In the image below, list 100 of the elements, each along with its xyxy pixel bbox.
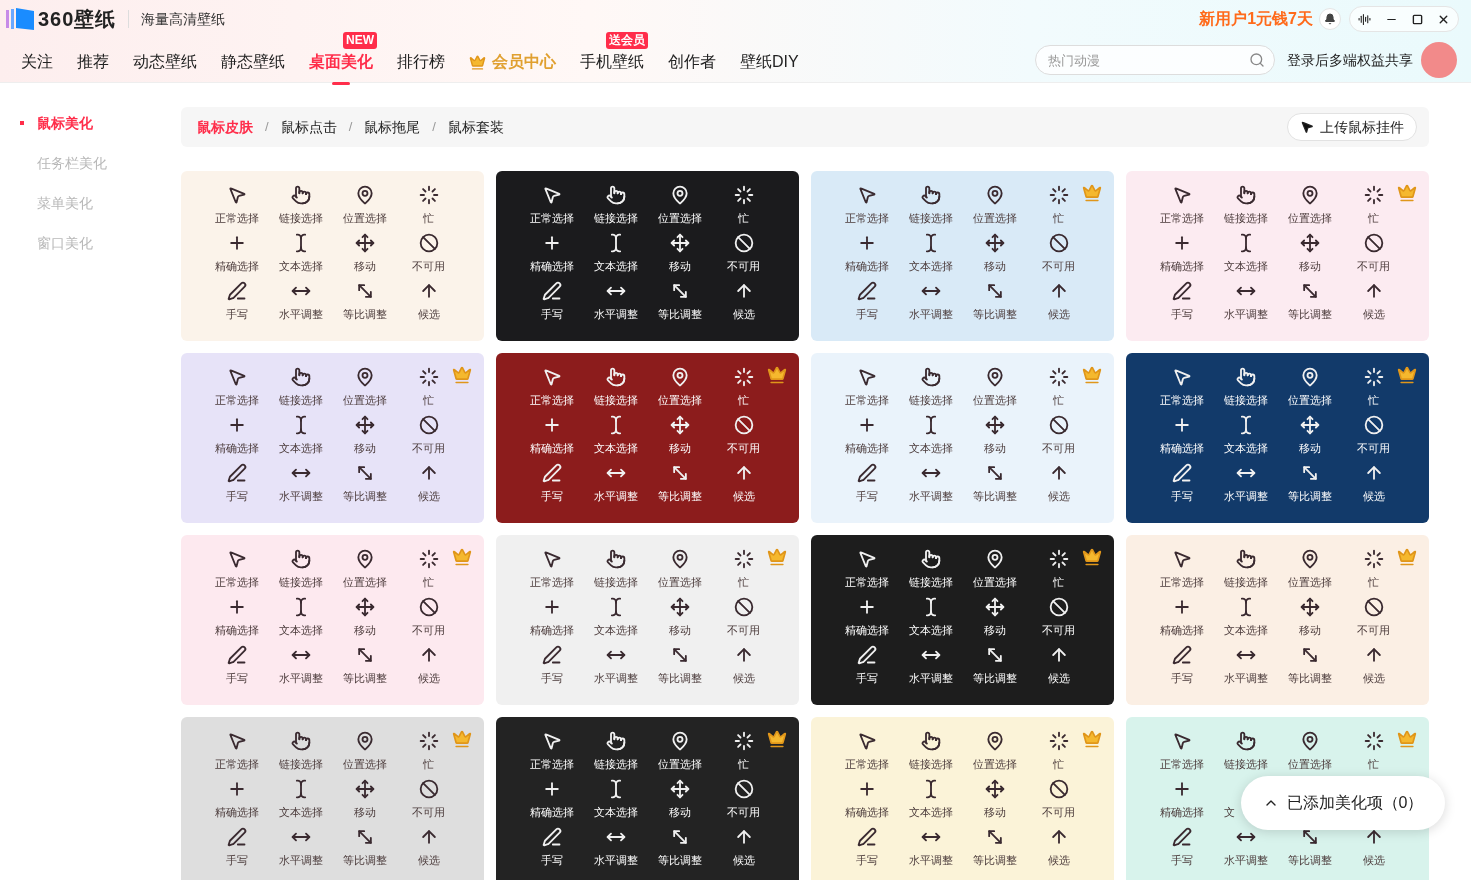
cursor-label: 候选 <box>1362 490 1385 502</box>
cursor-label: 手写 <box>540 854 563 866</box>
cursor-label: 正常选择 <box>1159 212 1204 224</box>
cursor-label: 手写 <box>540 672 563 684</box>
cursor-label: 正常选择 <box>214 212 259 224</box>
cursor-label: 不可用 <box>412 260 445 272</box>
cursor-label: 候选 <box>1047 308 1070 320</box>
cursor-label: 位置选择 <box>657 576 702 588</box>
cursor-label: 不可用 <box>412 624 445 636</box>
cursor-label: 水平调整 <box>1223 308 1268 320</box>
cursor-label: 手写 <box>1170 490 1193 502</box>
cursor-label: 精确选择 <box>214 624 259 636</box>
cursor-label: 手写 <box>225 854 248 866</box>
cursor-label: 等比调整 <box>657 490 702 502</box>
cursor-label: 移动 <box>353 806 376 818</box>
cursor-label: 正常选择 <box>844 576 889 588</box>
cursor-label: 不可用 <box>1357 260 1390 272</box>
cursor-label: 手写 <box>225 672 248 684</box>
cursor-label: 手写 <box>540 308 563 320</box>
cursor-label: 文本选择 <box>593 442 638 454</box>
cursor-label: 正常选择 <box>529 576 574 588</box>
cursor-label: 不可用 <box>412 442 445 454</box>
cursor-label: 等比调整 <box>972 854 1017 866</box>
cursor-label: 链接选择 <box>278 394 323 406</box>
cursor-label: 正常选择 <box>844 212 889 224</box>
cursor-label: 候选 <box>732 854 755 866</box>
cursor-label: 忙 <box>1368 212 1379 224</box>
cursor-label: 不可用 <box>1357 624 1390 636</box>
cursor-label: 水平调整 <box>278 672 323 684</box>
cursor-label: 链接选择 <box>593 212 638 224</box>
tagline: 海量高清壁纸 <box>141 9 226 29</box>
nav-badge: NEW <box>343 32 377 49</box>
cursor-label: 文本选择 <box>908 442 953 454</box>
cursor-label: 链接选择 <box>593 758 638 770</box>
cursor-label: 不可用 <box>727 260 760 272</box>
breadcrumb-separator: / <box>348 118 353 137</box>
cursor-label: 位置选择 <box>657 394 702 406</box>
cursor-label: 精确选择 <box>529 624 574 636</box>
cursor-label: 正常选择 <box>844 394 889 406</box>
cursor-label: 精确选择 <box>214 260 259 272</box>
cursor-label: 精确选择 <box>1159 806 1204 818</box>
cursor-label: 文本选择 <box>1223 442 1268 454</box>
cursor-label: 不可用 <box>1042 260 1075 272</box>
cursor-label: 手写 <box>855 672 878 684</box>
cursor-label: 手写 <box>225 490 248 502</box>
cursor-label: 手写 <box>1170 308 1193 320</box>
cursor-label: 忙 <box>1053 576 1064 588</box>
cursor-label: 移动 <box>668 806 691 818</box>
cursor-label: 水平调整 <box>908 854 953 866</box>
cursor-label: 候选 <box>732 308 755 320</box>
cursor-label: 忙 <box>1368 576 1379 588</box>
cursor-label: 正常选择 <box>1159 394 1204 406</box>
cursor-label: 忙 <box>423 576 434 588</box>
cursor-label: 位置选择 <box>1287 758 1332 770</box>
cursor-label: 候选 <box>1047 854 1070 866</box>
cursor-label: 链接选择 <box>1223 394 1268 406</box>
cursor-label: 正常选择 <box>529 212 574 224</box>
cursor-label: 移动 <box>668 260 691 272</box>
cursor-label: 链接选择 <box>908 212 953 224</box>
cursor-label: 移动 <box>983 260 1006 272</box>
cursor-label: 等比调整 <box>972 308 1017 320</box>
cursor-label: 忙 <box>1368 758 1379 770</box>
cursor-label: 位置选择 <box>342 758 387 770</box>
cursor-label: 候选 <box>417 854 440 866</box>
cursor-label: 忙 <box>738 212 749 224</box>
cursor-label: 手写 <box>1170 672 1193 684</box>
cursor-label: 正常选择 <box>529 758 574 770</box>
cursor-label: 正常选择 <box>214 576 259 588</box>
cursor-label: 精确选择 <box>1159 442 1204 454</box>
nav-badge: 送会员 <box>606 32 648 49</box>
cursor-label: 忙 <box>1053 212 1064 224</box>
cursor-label: 精确选择 <box>529 806 574 818</box>
cursor-label: 位置选择 <box>342 212 387 224</box>
cursor-label: 位置选择 <box>972 212 1017 224</box>
cursor-label: 正常选择 <box>1159 758 1204 770</box>
cursor-label: 精确选择 <box>529 260 574 272</box>
cursor-label: 文本选择 <box>593 260 638 272</box>
cursor-label: 候选 <box>1047 490 1070 502</box>
cursor-label: 文本选择 <box>908 260 953 272</box>
cursor-label: 移动 <box>1298 260 1321 272</box>
cursor-label: 移动 <box>668 442 691 454</box>
cursor-label: 精确选择 <box>214 442 259 454</box>
cursor-label: 候选 <box>1362 672 1385 684</box>
cursor-label: 候选 <box>1362 308 1385 320</box>
cursor-label: 正常选择 <box>214 758 259 770</box>
cursor-label: 不可用 <box>727 806 760 818</box>
cursor-label: 位置选择 <box>1287 212 1332 224</box>
cursor-label: 文本选择 <box>908 624 953 636</box>
cursor-label: 正常选择 <box>844 758 889 770</box>
cursor-label: 链接选择 <box>908 576 953 588</box>
cursor-label: 精确选择 <box>844 624 889 636</box>
cursor-label: 水平调整 <box>593 308 638 320</box>
cursor-label: 候选 <box>417 672 440 684</box>
cursor-label: 等比调整 <box>972 490 1017 502</box>
cursor-label: 不可用 <box>1042 442 1075 454</box>
cursor-label: 链接选择 <box>278 576 323 588</box>
cursor-label: 文本选择 <box>1223 624 1268 636</box>
cursor-label: 不可用 <box>727 624 760 636</box>
logo-text: 360壁纸 <box>38 7 117 32</box>
cursor-label: 位置选择 <box>342 576 387 588</box>
